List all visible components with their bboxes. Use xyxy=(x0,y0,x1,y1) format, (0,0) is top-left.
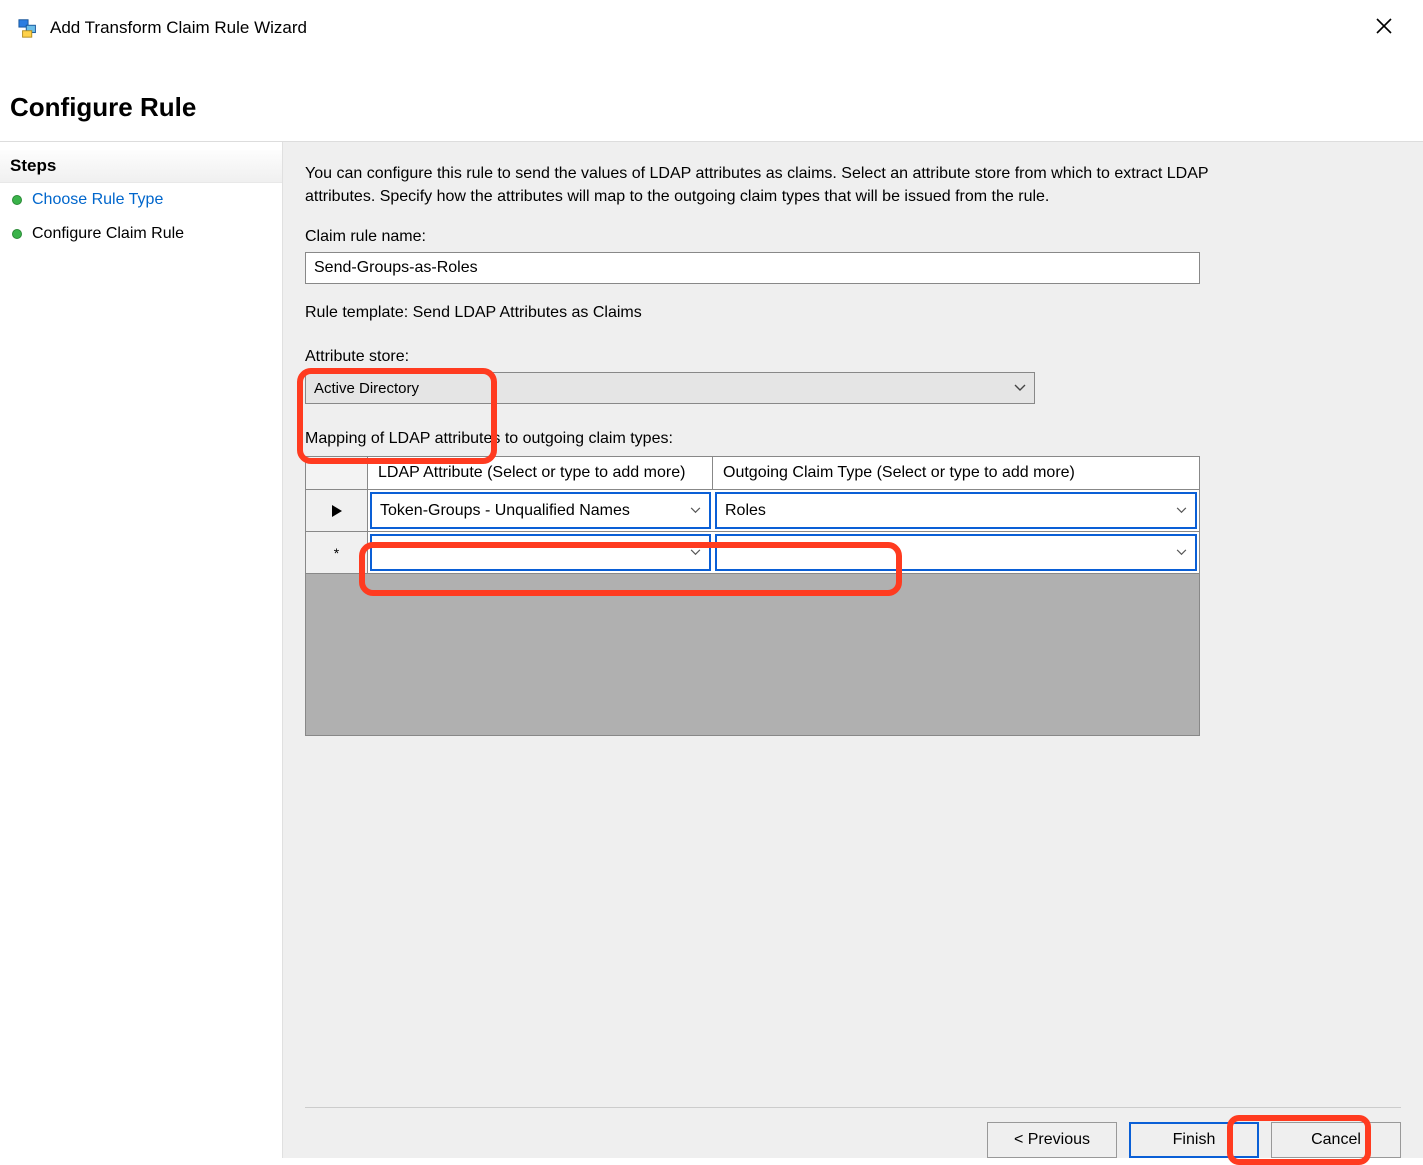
previous-button[interactable]: < Previous xyxy=(987,1122,1117,1158)
footer-buttons: < Previous Finish Cancel xyxy=(305,1107,1401,1158)
sidebar-item-label: Choose Rule Type xyxy=(32,191,163,209)
outgoing-claim-combo[interactable] xyxy=(715,534,1197,571)
sidebar-item-choose-rule-type[interactable]: Choose Rule Type xyxy=(0,183,282,217)
ldap-attribute-combo[interactable]: Token-Groups - Unqualified Names xyxy=(370,492,711,529)
step-bullet-icon xyxy=(12,229,22,239)
claim-rule-name-label: Claim rule name: xyxy=(305,228,1401,246)
sidebar-header: Steps xyxy=(0,150,282,183)
attribute-store-select[interactable]: Active Directory xyxy=(305,372,1035,404)
grid-header-claim: Outgoing Claim Type (Select or type to a… xyxy=(713,457,1199,489)
claim-rule-name-input[interactable] xyxy=(305,252,1200,284)
finish-button[interactable]: Finish xyxy=(1129,1122,1259,1158)
chevron-down-icon xyxy=(690,505,701,517)
grid-row: Token-Groups - Unqualified Names Roles xyxy=(306,490,1199,532)
outgoing-claim-combo[interactable]: Roles xyxy=(715,492,1197,529)
ldap-attribute-combo[interactable] xyxy=(370,534,711,571)
sidebar-item-label: Configure Claim Rule xyxy=(32,225,184,243)
grid-row: * xyxy=(306,532,1199,574)
attribute-store-value: Active Directory xyxy=(314,380,419,397)
row-indicator-current[interactable] xyxy=(306,490,368,531)
description-text: You can configure this rule to send the … xyxy=(305,162,1225,208)
close-icon xyxy=(1375,17,1393,35)
mapping-grid: LDAP Attribute (Select or type to add mo… xyxy=(305,456,1200,736)
chevron-down-icon xyxy=(1014,381,1026,395)
grid-header-row: LDAP Attribute (Select or type to add mo… xyxy=(306,457,1199,490)
main-panel: You can configure this rule to send the … xyxy=(283,142,1423,1158)
ldap-attribute-value: Token-Groups - Unqualified Names xyxy=(380,502,630,520)
grid-header-ldap: LDAP Attribute (Select or type to add mo… xyxy=(368,457,713,489)
sidebar: Steps Choose Rule Type Configure Claim R… xyxy=(0,142,283,1158)
mapping-label: Mapping of LDAP attributes to outgoing c… xyxy=(305,430,1401,448)
page-heading: Configure Rule xyxy=(0,52,1423,141)
row-indicator-new[interactable]: * xyxy=(306,532,368,573)
titlebar: Add Transform Claim Rule Wizard xyxy=(0,0,1423,52)
close-button[interactable] xyxy=(1365,12,1403,44)
rule-template-text: Rule template: Send LDAP Attributes as C… xyxy=(305,304,1401,322)
chevron-down-icon xyxy=(1176,547,1187,559)
grid-corner-cell xyxy=(306,457,368,489)
asterisk-icon: * xyxy=(334,545,339,561)
window-title: Add Transform Claim Rule Wizard xyxy=(50,18,1365,38)
outgoing-claim-value: Roles xyxy=(725,502,766,520)
app-icon xyxy=(18,17,40,39)
chevron-down-icon xyxy=(690,547,701,559)
triangle-right-icon xyxy=(332,505,342,517)
attribute-store-label: Attribute store: xyxy=(305,348,1401,366)
chevron-down-icon xyxy=(1176,505,1187,517)
cancel-button[interactable]: Cancel xyxy=(1271,1122,1401,1158)
step-bullet-icon xyxy=(12,195,22,205)
sidebar-item-configure-claim-rule[interactable]: Configure Claim Rule xyxy=(0,217,282,251)
